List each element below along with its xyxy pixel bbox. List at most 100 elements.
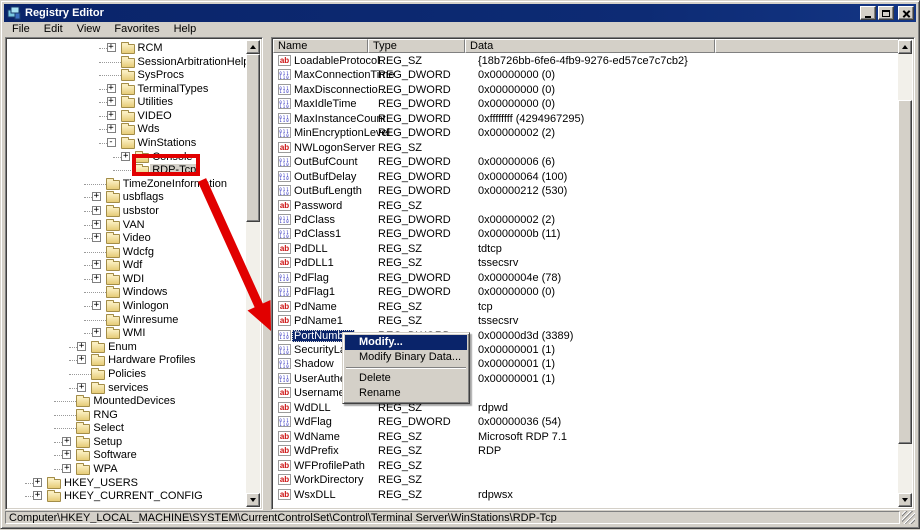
tree-item-wdcfg[interactable]: Wdcfg: [6, 245, 244, 259]
expand-toggle-icon[interactable]: +: [107, 84, 116, 93]
expand-toggle-icon[interactable]: +: [62, 464, 71, 473]
menu-favorites[interactable]: Favorites: [108, 22, 167, 37]
minimize-button[interactable]: [860, 6, 876, 20]
tree-item-services[interactable]: +services: [6, 381, 244, 395]
maximize-button[interactable]: [878, 6, 894, 20]
expand-toggle-icon[interactable]: +: [92, 233, 101, 242]
tree-item-usbflags[interactable]: +usbflags: [6, 190, 244, 204]
collapse-toggle-icon[interactable]: -: [107, 138, 116, 147]
menu-edit[interactable]: Edit: [38, 22, 71, 37]
expand-toggle-icon[interactable]: +: [92, 260, 101, 269]
column-header-data[interactable]: Data: [465, 39, 715, 53]
tree-item-rng[interactable]: RNG: [6, 408, 244, 422]
list-vertical-scrollbar[interactable]: [898, 40, 912, 507]
registry-value-row-pdname1[interactable]: abPdName1REG_SZtssecsrv: [273, 314, 898, 328]
registry-value-row-wfprofilepath[interactable]: abWFProfilePathREG_SZ: [273, 459, 898, 473]
registry-value-row-outbufdelay[interactable]: 011110OutBufDelayREG_DWORD0x00000064 (10…: [273, 170, 898, 184]
registry-value-row-outbuflength[interactable]: 011110OutBufLengthREG_DWORD0x00000212 (5…: [273, 184, 898, 198]
registry-value-row-loadableprotocol[interactable]: abLoadableProtocol...REG_SZ{18b726bb-6fe…: [273, 54, 898, 68]
expand-toggle-icon[interactable]: +: [92, 192, 101, 201]
registry-value-row-pdclass1[interactable]: 011110PdClass1REG_DWORD0x0000000b (11): [273, 227, 898, 241]
registry-value-row-maxidletime[interactable]: 011110MaxIdleTimeREG_DWORD0x00000000 (0): [273, 97, 898, 111]
menu-file[interactable]: File: [6, 22, 38, 37]
tree-item-wds[interactable]: +Wds: [6, 122, 244, 136]
registry-value-row-pdflag[interactable]: 011110PdFlagREG_DWORD0x0000004e (78): [273, 271, 898, 285]
column-header-type[interactable]: Type: [368, 39, 465, 53]
tree-item-timezoneinformation[interactable]: TimeZoneInformation: [6, 177, 244, 191]
tree-vertical-scrollbar[interactable]: [246, 40, 260, 507]
tree-item-hardware-profiles[interactable]: +Hardware Profiles: [6, 353, 244, 367]
registry-values-pane[interactable]: NameTypeData abLoadableProtocol...REG_SZ…: [271, 37, 915, 510]
column-header-filler[interactable]: [715, 39, 899, 53]
registry-value-row-maxinstancecount[interactable]: 011110MaxInstanceCountREG_DWORD0xfffffff…: [273, 112, 898, 126]
tree-item-windows[interactable]: Windows: [6, 285, 244, 299]
close-button[interactable]: [898, 6, 914, 20]
expand-toggle-icon[interactable]: +: [107, 111, 116, 120]
tree-item-video[interactable]: +VIDEO: [6, 109, 244, 123]
column-header-name[interactable]: Name: [273, 39, 368, 53]
context-menu-item-modify[interactable]: Modify...: [345, 335, 467, 350]
tree-item-winlogon[interactable]: +Winlogon: [6, 299, 244, 313]
context-menu-item-rename[interactable]: Rename: [345, 386, 467, 401]
tree-item-sysprocs[interactable]: SysProcs: [6, 68, 244, 82]
list-scroll-down-button[interactable]: [898, 493, 912, 507]
tree-item-select[interactable]: Select: [6, 421, 244, 435]
expand-toggle-icon[interactable]: +: [92, 301, 101, 310]
tree-item-terminaltypes[interactable]: +TerminalTypes: [6, 82, 244, 96]
tree-item-winresume[interactable]: Winresume: [6, 313, 244, 327]
registry-value-row-wsxdll[interactable]: abWsxDLLREG_SZrdpwsx: [273, 488, 898, 502]
tree-item-wmi[interactable]: +WMI: [6, 326, 244, 340]
tree-item-policies[interactable]: Policies: [6, 367, 244, 381]
registry-value-row-password[interactable]: abPasswordREG_SZ: [273, 199, 898, 213]
tree-item-van[interactable]: +VAN: [6, 218, 244, 232]
registry-value-row-minencryptionlevel[interactable]: 011110MinEncryptionLevelREG_DWORD0x00000…: [273, 126, 898, 140]
registry-value-row-pddll[interactable]: abPdDLLREG_SZtdtcp: [273, 242, 898, 256]
tree-item-hkey-users[interactable]: +HKEY_USERS: [6, 476, 244, 490]
registry-value-row-pddll1[interactable]: abPdDLL1REG_SZtssecsrv: [273, 256, 898, 270]
tree-item-usbstor[interactable]: +usbstor: [6, 204, 244, 218]
expand-toggle-icon[interactable]: +: [77, 383, 86, 392]
menu-help[interactable]: Help: [168, 22, 205, 37]
title-bar[interactable]: Registry Editor: [4, 4, 916, 22]
menu-view[interactable]: View: [71, 22, 109, 37]
registry-value-row-pdname[interactable]: abPdNameREG_SZtcp: [273, 300, 898, 314]
tree-item-software[interactable]: +Software: [6, 448, 244, 462]
registry-value-row-maxconnectiontime[interactable]: 011110MaxConnectionTimeREG_DWORD0x000000…: [273, 68, 898, 82]
tree-item-rdp-tcp[interactable]: RDP-Tcp: [6, 163, 244, 177]
tree-item-hkey-current-config[interactable]: +HKEY_CURRENT_CONFIG: [6, 489, 244, 503]
resize-grip[interactable]: [902, 511, 915, 524]
expand-toggle-icon[interactable]: +: [92, 328, 101, 337]
expand-toggle-icon[interactable]: +: [33, 491, 42, 500]
tree-item-wpa[interactable]: +WPA: [6, 462, 244, 476]
tree-item-setup[interactable]: +Setup: [6, 435, 244, 449]
expand-toggle-icon[interactable]: +: [107, 124, 116, 133]
expand-toggle-icon[interactable]: +: [77, 342, 86, 351]
tree-item-console[interactable]: +Console: [6, 150, 244, 164]
tree-item-rcm[interactable]: +RCM: [6, 41, 244, 55]
expand-toggle-icon[interactable]: +: [92, 220, 101, 229]
expand-toggle-icon[interactable]: +: [92, 274, 101, 283]
expand-toggle-icon[interactable]: +: [107, 97, 116, 106]
registry-value-row-wdname[interactable]: abWdNameREG_SZMicrosoft RDP 7.1: [273, 430, 898, 444]
tree-item-video[interactable]: +Video: [6, 231, 244, 245]
tree-scrollbar-thumb[interactable]: [246, 54, 260, 222]
expand-toggle-icon[interactable]: +: [77, 355, 86, 364]
registry-value-row-workdirectory[interactable]: abWorkDirectoryREG_SZ: [273, 473, 898, 487]
expand-toggle-icon[interactable]: +: [33, 478, 42, 487]
registry-value-row-maxdisconnectio[interactable]: 011110MaxDisconnectio...REG_DWORD0x00000…: [273, 83, 898, 97]
registry-tree-pane[interactable]: +RCMSessionArbitrationHelperSysProcs+Ter…: [5, 37, 263, 510]
registry-value-row-outbufcount[interactable]: 011110OutBufCountREG_DWORD0x00000006 (6): [273, 155, 898, 169]
expand-toggle-icon[interactable]: +: [107, 43, 116, 52]
context-menu-item-modify-binary-data[interactable]: Modify Binary Data...: [345, 350, 467, 365]
tree-item-wdi[interactable]: +WDI: [6, 272, 244, 286]
tree-item-wdf[interactable]: +Wdf: [6, 258, 244, 272]
tree-item-winstations[interactable]: -WinStations: [6, 136, 244, 150]
tree-item-utilities[interactable]: +Utilities: [6, 95, 244, 109]
tree-item-enum[interactable]: +Enum: [6, 340, 244, 354]
tree-scroll-up-button[interactable]: [246, 40, 260, 54]
tree-item-sessionarbitrationhelper[interactable]: SessionArbitrationHelper: [6, 55, 244, 69]
registry-value-row-wdflag[interactable]: 011110WdFlagREG_DWORD0x00000036 (54): [273, 415, 898, 429]
registry-value-row-pdflag1[interactable]: 011110PdFlag1REG_DWORD0x00000000 (0): [273, 285, 898, 299]
registry-value-row-pdclass[interactable]: 011110PdClassREG_DWORD0x00000002 (2): [273, 213, 898, 227]
context-menu-item-delete[interactable]: Delete: [345, 371, 467, 386]
